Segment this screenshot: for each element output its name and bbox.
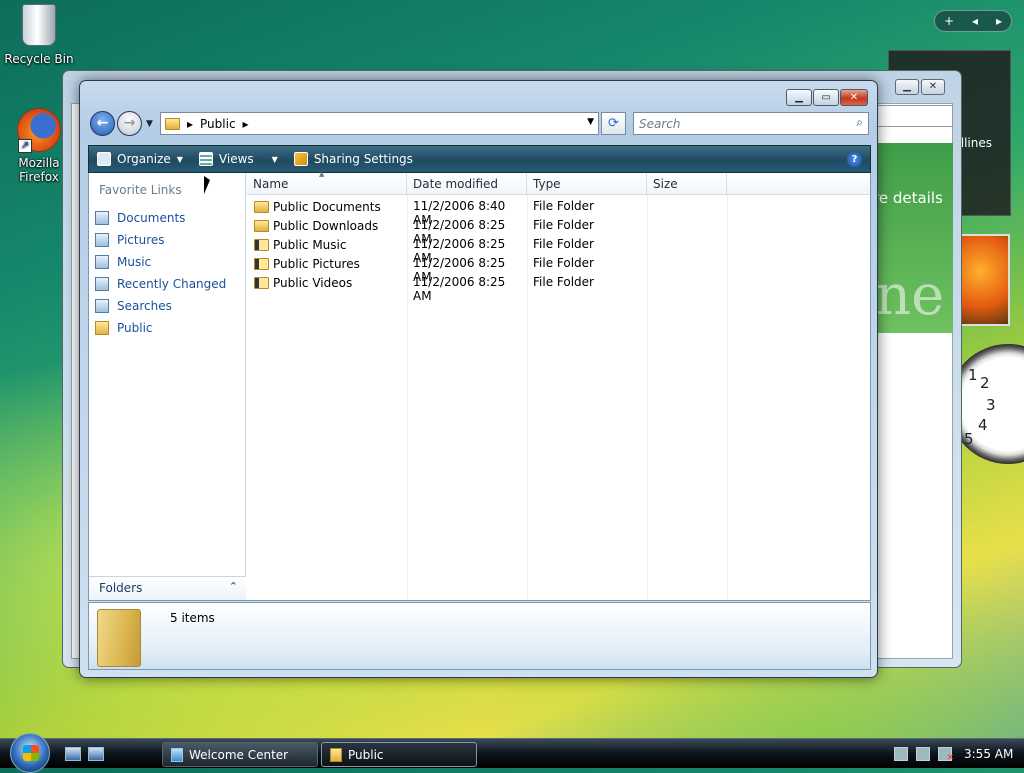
explorer-window[interactable]: ▁ ▭ ✕ ← → ▼ ▸ Public ▸ ▼ ⟳ Search ⌕ Orga… <box>79 80 878 678</box>
windows-logo-icon <box>23 745 39 761</box>
minimize-button[interactable]: ▁ <box>786 89 812 106</box>
show-desktop-icon[interactable] <box>65 747 81 761</box>
column-name[interactable]: ▲ Name <box>247 170 407 195</box>
command-bar: Organize ▼ Views ▼ Sharing Settings ? <box>88 145 871 173</box>
close-button[interactable]: ✕ <box>840 89 868 106</box>
folder-icon <box>330 747 342 762</box>
table-row[interactable]: Public Downloads 11/2/2006 8:25 AM File … <box>247 216 870 246</box>
link-public[interactable]: Public <box>95 317 226 339</box>
welcome-center-icon <box>171 747 183 762</box>
switch-windows-icon[interactable] <box>88 747 104 761</box>
navigation-pane: Favorite Links Documents Pictures Music … <box>89 173 246 600</box>
views-icon <box>198 152 213 166</box>
welcome-banner: re details ne <box>871 143 953 333</box>
breadcrumb-public[interactable]: Public <box>200 117 236 131</box>
sharing-settings-button[interactable]: Sharing Settings <box>286 146 421 172</box>
file-rows: Public Documents 11/2/2006 8:40 AM File … <box>247 197 870 303</box>
folder-icon <box>254 200 269 213</box>
recycle-bin-label: Recycle Bin <box>4 52 74 66</box>
folder-icon <box>165 117 180 130</box>
forward-button[interactable]: → <box>117 111 142 136</box>
link-recently-changed[interactable]: Recently Changed <box>95 273 226 295</box>
link-documents[interactable]: Documents <box>95 207 226 229</box>
folders-toggle[interactable]: Folders ⌃ <box>89 576 246 600</box>
sidebar-controls[interactable]: + ◂ ▸ <box>934 10 1012 32</box>
volume-muted-icon[interactable] <box>938 747 954 763</box>
table-row[interactable]: Public Documents 11/2/2006 8:40 AM File … <box>247 197 870 227</box>
table-row[interactable]: Public Pictures 11/2/2006 8:25 AM File F… <box>247 254 870 284</box>
mouse-cursor-icon <box>204 176 210 194</box>
table-row[interactable]: Public Videos 11/2/2006 8:25 AM File Fol… <box>247 273 870 303</box>
link-searches[interactable]: Searches <box>95 295 226 317</box>
taskbar-clock[interactable]: 3:55 AM <box>964 747 1013 761</box>
network-icon[interactable] <box>916 747 930 761</box>
folder-icon <box>254 219 269 232</box>
table-row[interactable]: Public Music 11/2/2006 8:25 AM File Fold… <box>247 235 870 265</box>
navigation-buttons: ← → ▼ <box>90 111 153 137</box>
bg-close-button[interactable]: ✕ <box>921 79 945 95</box>
link-pictures[interactable]: Pictures <box>95 229 226 251</box>
bg-minimize-button[interactable]: ▁ <box>895 79 919 95</box>
favorite-links-title: Favorite Links <box>99 183 182 197</box>
column-date-modified[interactable]: Date modified <box>407 173 527 195</box>
videos-folder-icon <box>254 276 269 289</box>
bg-search-box[interactable] <box>871 105 953 127</box>
firefox-icon: ↗ <box>16 108 62 154</box>
add-gadget-icon[interactable]: + <box>944 14 954 28</box>
search-input[interactable]: Search ⌕ <box>633 112 869 135</box>
address-dropdown-icon[interactable]: ▼ <box>587 117 594 127</box>
system-tray: 3:55 AM <box>888 739 1024 769</box>
recently-changed-icon <box>95 277 109 291</box>
favorite-links-list: Documents Pictures Music Recently Change… <box>95 207 226 339</box>
refresh-button[interactable]: ⟳ <box>601 112 626 135</box>
chevron-down-icon: ▼ <box>176 154 183 164</box>
recent-pages-dropdown-icon[interactable]: ▼ <box>146 119 153 129</box>
slideshow-gadget[interactable] <box>960 234 1010 326</box>
organize-button[interactable]: Organize ▼ <box>89 146 191 172</box>
prev-icon[interactable]: ◂ <box>972 14 978 28</box>
chevron-down-icon: ▼ <box>271 154 278 164</box>
taskbar: Welcome Center Public 3:55 AM <box>0 733 1024 773</box>
folder-icon <box>95 321 109 335</box>
breadcrumb-arrow-icon[interactable]: ▸ <box>187 117 193 131</box>
network-sharing-icon[interactable] <box>894 747 908 761</box>
taskbar-button-public[interactable]: Public <box>321 742 477 767</box>
content-area: Favorite Links Documents Pictures Music … <box>88 170 871 601</box>
sort-arrow-icon: ▲ <box>319 170 325 178</box>
banner-partial-text: ne <box>875 263 945 328</box>
maximize-button[interactable]: ▭ <box>813 89 839 106</box>
chevron-up-icon: ⌃ <box>228 580 238 593</box>
music-icon <box>95 255 109 269</box>
breadcrumb-arrow-icon[interactable]: ▸ <box>243 117 249 131</box>
back-button[interactable]: ← <box>90 111 115 136</box>
pictures-folder-icon <box>254 257 269 270</box>
searches-icon <box>95 299 109 313</box>
column-headers: ▲ Name Date modified Type Size <box>247 170 870 195</box>
taskbar-button-welcome-center[interactable]: Welcome Center <box>162 742 318 767</box>
large-folder-icon <box>97 609 141 667</box>
caption-buttons: ▁ ▭ ✕ <box>786 89 868 106</box>
address-bar[interactable]: ▸ Public ▸ ▼ <box>160 112 599 135</box>
item-count: 5 items <box>170 611 215 625</box>
column-size[interactable]: Size <box>647 173 727 195</box>
details-pane: 5 items <box>88 602 871 670</box>
help-icon[interactable]: ? <box>847 152 862 167</box>
column-type[interactable]: Type <box>527 173 647 195</box>
organize-icon <box>97 152 111 166</box>
details-partial-text: re details <box>873 189 943 207</box>
pictures-icon <box>95 233 109 247</box>
recycle-bin-icon <box>16 4 62 50</box>
start-button[interactable] <box>10 733 50 773</box>
sharing-icon <box>293 152 308 166</box>
recycle-bin-desktop-icon[interactable]: Recycle Bin <box>1 2 77 66</box>
views-button[interactable]: Views ▼ <box>191 146 286 172</box>
documents-icon <box>95 211 109 225</box>
search-icon[interactable]: ⌕ <box>856 115 863 130</box>
file-list: ▲ Name Date modified Type Size Public Doc… <box>247 170 870 600</box>
music-folder-icon <box>254 238 269 251</box>
next-icon[interactable]: ▸ <box>996 14 1002 28</box>
link-music[interactable]: Music <box>95 251 226 273</box>
